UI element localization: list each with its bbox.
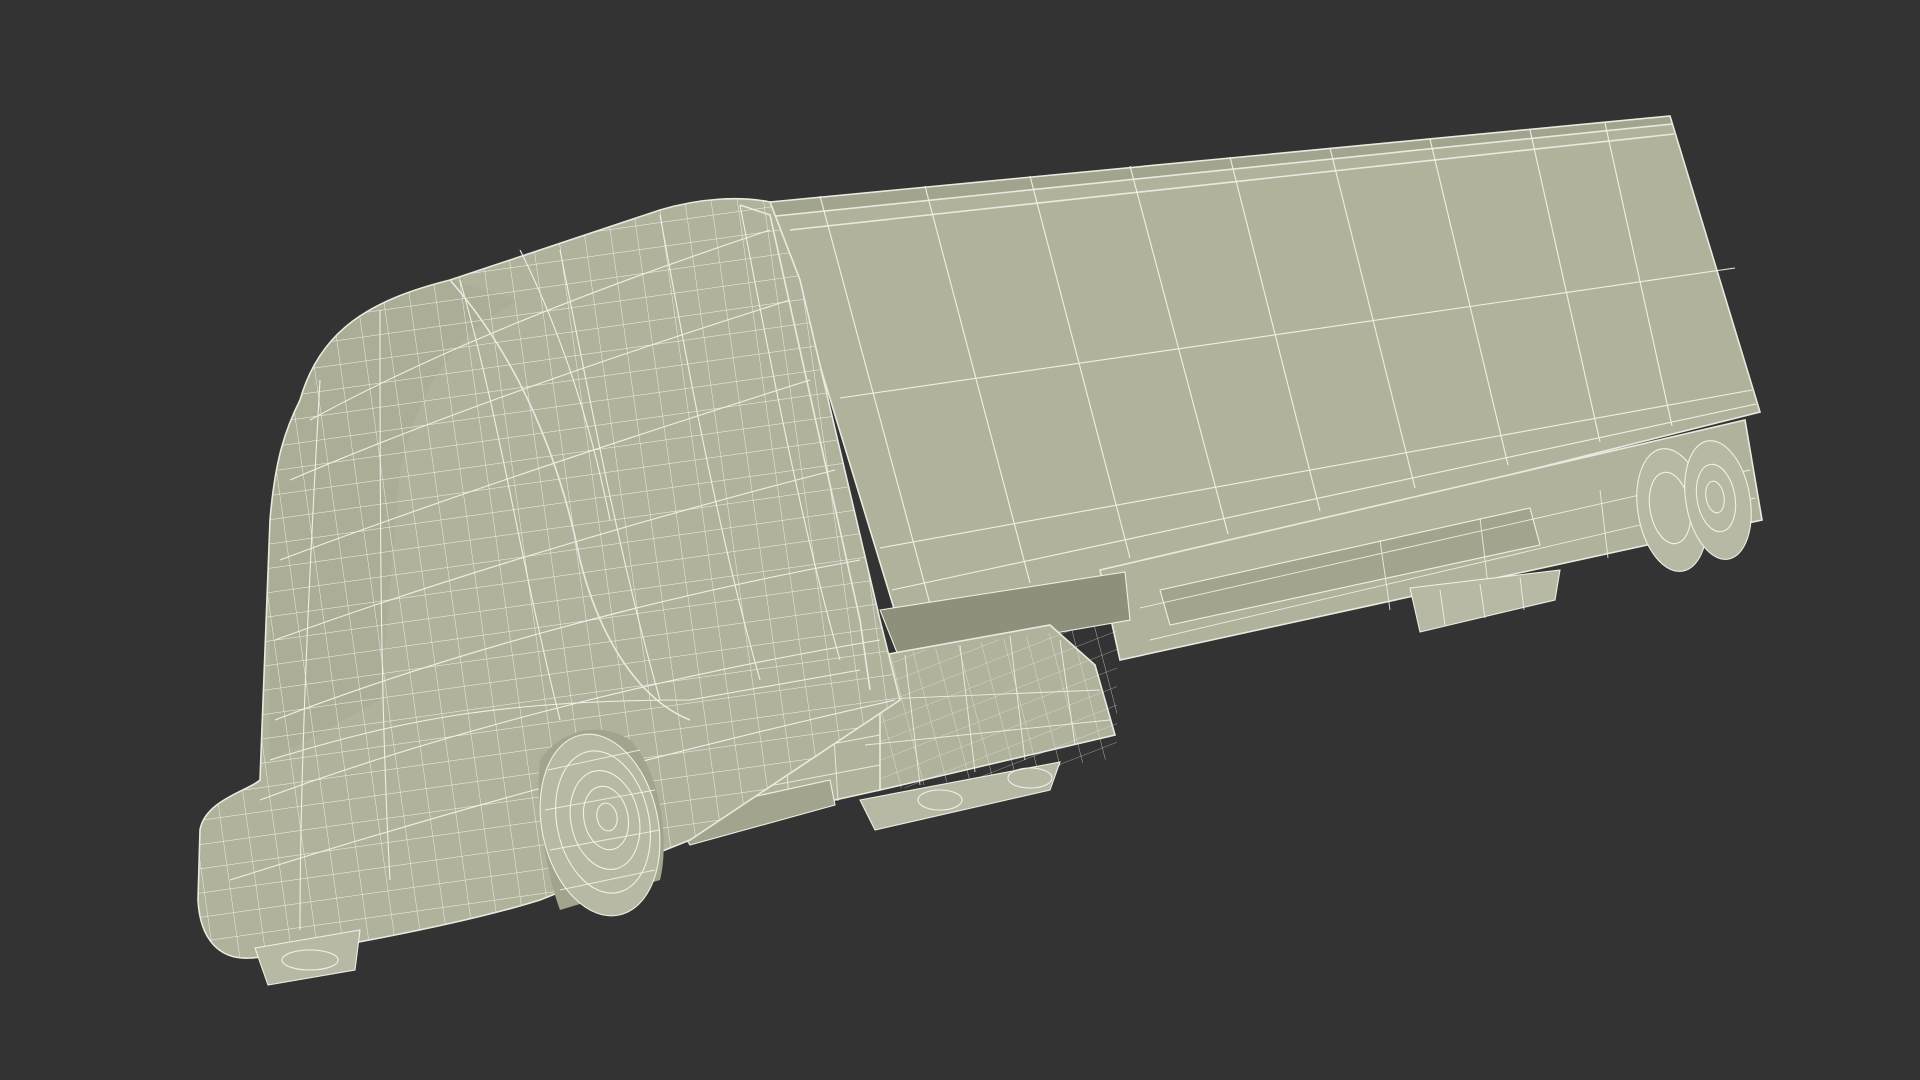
render-viewport xyxy=(0,0,1920,1080)
trailer xyxy=(768,115,1763,661)
truck-wireframe-render xyxy=(197,115,1763,986)
